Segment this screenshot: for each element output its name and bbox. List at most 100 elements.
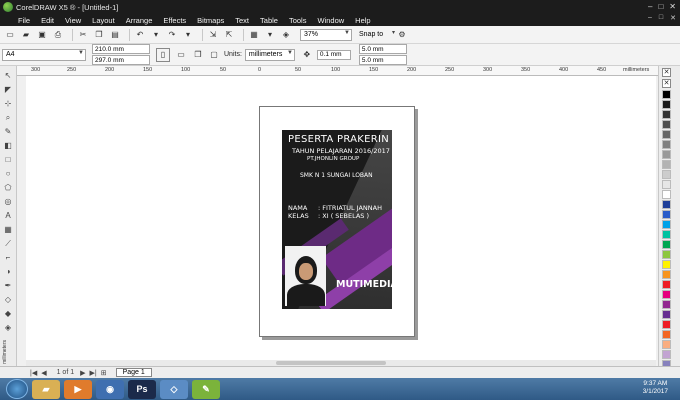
menu-bitmaps[interactable]: Bitmaps: [197, 16, 224, 25]
firefox-icon[interactable]: ◉: [96, 379, 124, 399]
color-swatch[interactable]: [662, 150, 671, 159]
freehand-tool-icon[interactable]: ✎: [3, 126, 13, 137]
outline-tool-icon[interactable]: ◇: [3, 294, 13, 305]
paste-icon[interactable]: ▤: [109, 29, 121, 41]
close-button[interactable]: ✕: [669, 2, 676, 11]
rectangle-tool-icon[interactable]: □: [3, 154, 13, 165]
copy-icon[interactable]: ❐: [93, 29, 105, 41]
color-swatch[interactable]: [662, 210, 671, 219]
landscape-icon[interactable]: ▭: [174, 48, 188, 62]
start-button[interactable]: [6, 379, 28, 399]
interactive-fill-tool-icon[interactable]: ◈: [3, 322, 13, 333]
color-swatch[interactable]: [662, 250, 671, 259]
drawing-canvas[interactable]: PESERTA PRAKERIN TAHUN PELAJARAN 2016/20…: [26, 76, 656, 366]
doc-restore-button[interactable]: □: [659, 14, 663, 22]
blend-tool-icon[interactable]: ◑: [3, 266, 13, 277]
options-icon[interactable]: ⚙: [396, 29, 408, 41]
color-swatch[interactable]: [662, 140, 671, 149]
color-swatch[interactable]: [662, 280, 671, 289]
color-swatch[interactable]: [662, 230, 671, 239]
new-document-icon[interactable]: ▭: [4, 29, 16, 41]
connector-tool-icon[interactable]: ⌐: [3, 252, 13, 263]
maximize-button[interactable]: □: [658, 2, 663, 11]
menu-edit[interactable]: Edit: [41, 16, 54, 25]
welcome-screen-icon[interactable]: ▾: [264, 29, 276, 41]
color-swatch[interactable]: [662, 100, 671, 109]
menu-text[interactable]: Text: [235, 16, 249, 25]
photoshop-icon[interactable]: Ps: [128, 379, 156, 399]
page-tab[interactable]: Page 1: [115, 368, 152, 377]
menu-tools[interactable]: Tools: [289, 16, 307, 25]
paper-height-field[interactable]: 297.0 mm: [92, 55, 150, 65]
units-combo[interactable]: millimeters ▼: [244, 48, 295, 61]
crop-tool-icon[interactable]: ⊹: [3, 98, 13, 109]
color-swatch[interactable]: [662, 90, 671, 99]
horizontal-scroll-thumb[interactable]: [276, 361, 386, 365]
print-icon[interactable]: ⎙: [52, 29, 64, 41]
menu-window[interactable]: Window: [317, 16, 344, 25]
id-card-design[interactable]: PESERTA PRAKERIN TAHUN PELAJARAN 2016/20…: [282, 130, 392, 309]
color-swatch[interactable]: [662, 180, 671, 189]
zoom-level-combo[interactable]: 37% ▼: [300, 28, 352, 41]
menu-layout[interactable]: Layout: [92, 16, 115, 25]
application-launcher-icon[interactable]: ▦: [248, 29, 260, 41]
undo-dropdown-icon[interactable]: ▾: [150, 29, 162, 41]
color-swatch[interactable]: [662, 310, 671, 319]
color-swatch[interactable]: [662, 320, 671, 329]
color-swatch[interactable]: [662, 110, 671, 119]
current-page-icon[interactable]: ▢: [208, 49, 220, 61]
save-icon[interactable]: ▣: [36, 29, 48, 41]
color-swatch[interactable]: [662, 260, 671, 269]
corel-connect-icon[interactable]: ◈: [280, 29, 292, 41]
smart-fill-tool-icon[interactable]: ◧: [3, 140, 13, 151]
color-swatch[interactable]: [662, 120, 671, 129]
basic-shapes-tool-icon[interactable]: ◎: [3, 196, 13, 207]
zoom-tool-icon[interactable]: ⌕: [3, 112, 13, 123]
duplicate-y-field[interactable]: 5.0 mm: [358, 55, 407, 65]
next-page-icon[interactable]: ▶: [80, 369, 85, 377]
no-color-swatch[interactable]: ✕: [662, 79, 671, 88]
undo-icon[interactable]: ↶: [134, 29, 146, 41]
snap-to-dropdown[interactable]: Snap to ▾: [356, 29, 396, 41]
color-swatch[interactable]: [662, 220, 671, 229]
color-swatch[interactable]: [662, 300, 671, 309]
coreldraw-taskbar-icon[interactable]: ✎: [192, 379, 220, 399]
portrait-icon[interactable]: ▯: [156, 47, 170, 62]
add-page-icon[interactable]: ⊞: [101, 369, 107, 377]
media-player-icon[interactable]: ▶: [64, 379, 92, 399]
minimize-button[interactable]: –: [648, 2, 652, 11]
menu-view[interactable]: View: [65, 16, 81, 25]
fill-tool-icon[interactable]: ◆: [3, 308, 13, 319]
eyedropper-tool-icon[interactable]: ✒: [3, 280, 13, 291]
paper-width-field[interactable]: 210.0 mm: [92, 44, 150, 54]
dimension-tool-icon[interactable]: ⟋: [3, 238, 13, 249]
export-icon[interactable]: ⇱: [223, 29, 235, 41]
color-swatch[interactable]: [662, 290, 671, 299]
color-swatch[interactable]: [662, 240, 671, 249]
last-page-icon[interactable]: ▶|: [90, 369, 97, 377]
system-clock[interactable]: 9:37 AM 3/1/2017: [643, 380, 668, 396]
all-pages-icon[interactable]: ❐: [192, 49, 204, 61]
text-tool-icon[interactable]: A: [3, 210, 13, 221]
document-page[interactable]: PESERTA PRAKERIN TAHUN PELAJARAN 2016/20…: [259, 106, 415, 337]
horizontal-ruler[interactable]: 300 250 200 150 100 50 0 50 100 150 200 …: [17, 66, 658, 76]
no-color-swatch[interactable]: ✕: [662, 68, 671, 77]
menu-arrange[interactable]: Arrange: [126, 16, 153, 25]
previous-page-icon[interactable]: ◀: [41, 369, 46, 377]
application-icon[interactable]: ◇: [160, 379, 188, 399]
color-swatch[interactable]: [662, 160, 671, 169]
import-icon[interactable]: ⇲: [207, 29, 219, 41]
menu-effects[interactable]: Effects: [163, 16, 186, 25]
open-folder-icon[interactable]: ▰: [20, 29, 32, 41]
color-swatch[interactable]: [662, 270, 671, 279]
doc-minimize-button[interactable]: –: [648, 14, 652, 22]
menu-file[interactable]: File: [18, 16, 30, 25]
menu-table[interactable]: Table: [260, 16, 278, 25]
color-swatch[interactable]: [662, 170, 671, 179]
paper-type-combo[interactable]: A4 ▼: [2, 48, 86, 61]
color-swatch[interactable]: [662, 130, 671, 139]
color-swatch[interactable]: [662, 200, 671, 209]
color-swatch[interactable]: [662, 340, 671, 349]
duplicate-x-field[interactable]: 5.0 mm: [358, 44, 407, 54]
redo-dropdown-icon[interactable]: ▾: [182, 29, 194, 41]
